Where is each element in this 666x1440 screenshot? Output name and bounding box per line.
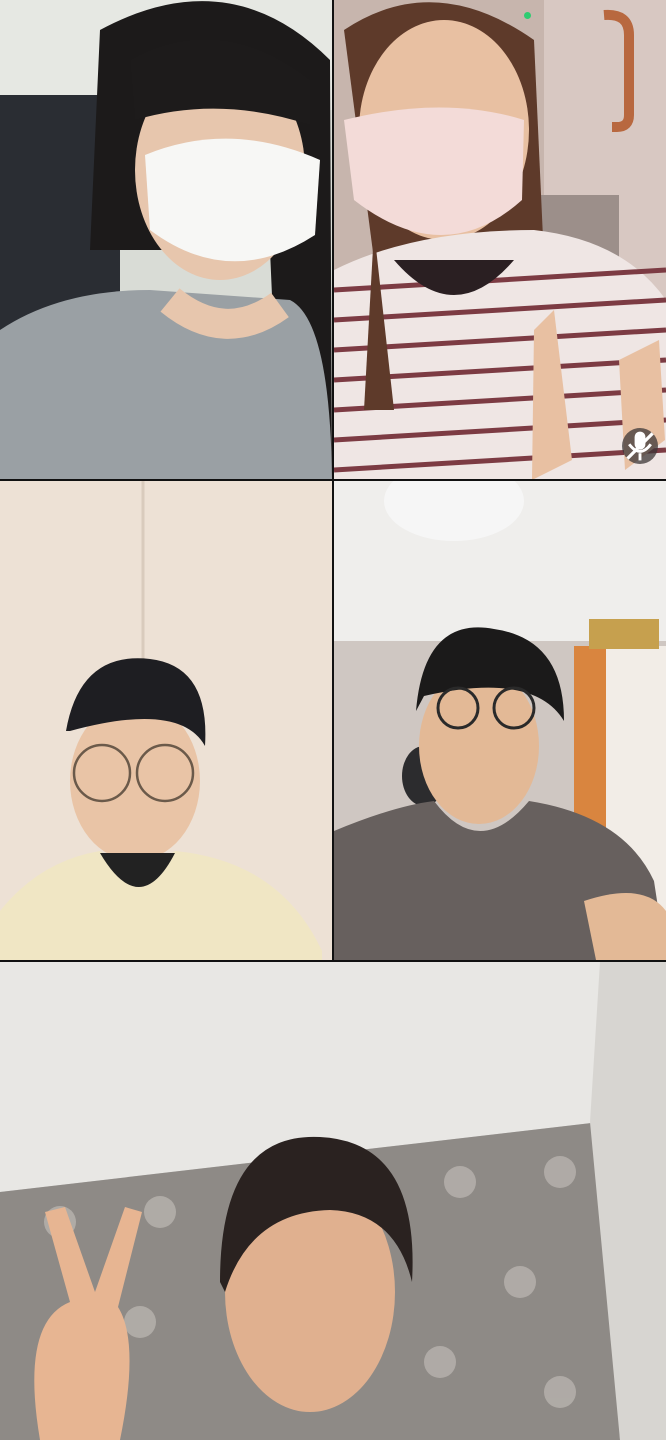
participant-video-tile[interactable] [0, 0, 332, 479]
participant-video-feed [334, 0, 666, 479]
participant-video-tile[interactable] [334, 0, 666, 479]
video-call-grid [0, 0, 666, 1440]
participant-video-feed [0, 0, 332, 479]
participant-video-feed [0, 481, 332, 960]
active-speaker-indicator [524, 12, 531, 19]
participant-video-tile[interactable] [334, 481, 666, 960]
mic-off-icon [622, 428, 658, 464]
participant-video-tile[interactable] [0, 481, 332, 960]
participant-video-feed [0, 962, 666, 1440]
participant-video-feed [334, 481, 666, 960]
participant-video-tile[interactable] [0, 962, 666, 1440]
